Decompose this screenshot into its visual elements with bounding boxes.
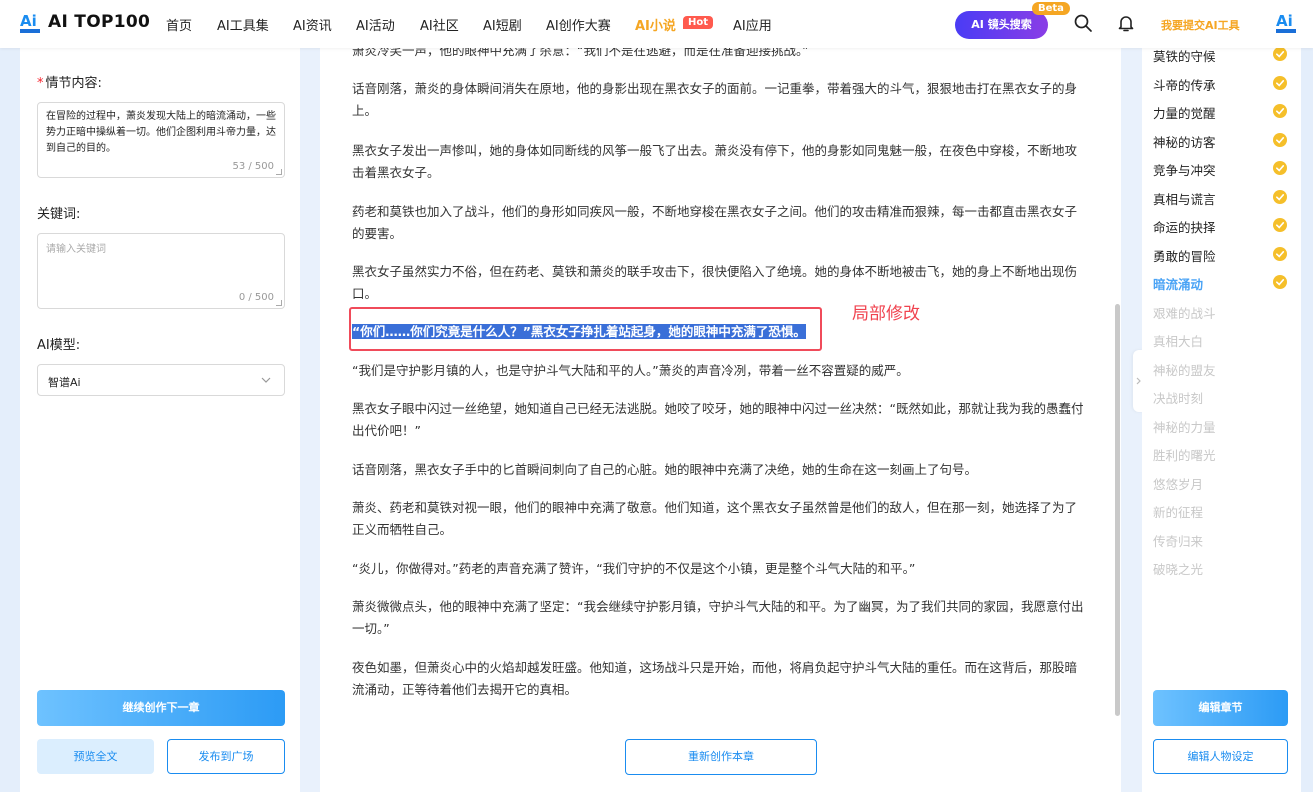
content-scrollbar[interactable]	[1115, 304, 1120, 716]
nav-ai-apps[interactable]: AI应用	[733, 15, 772, 34]
svg-text:Ai: Ai	[1276, 12, 1293, 30]
nav-ai-events[interactable]: AI活动	[356, 15, 395, 34]
check-circle-icon	[1273, 189, 1287, 204]
chevron-down-icon	[261, 377, 271, 383]
chapter-item[interactable]: 艰难的战斗	[1153, 303, 1216, 322]
left-edge	[0, 48, 20, 792]
plot-char-count: 53 / 500	[232, 161, 274, 172]
chapter-item[interactable]: 真相大白	[1153, 331, 1203, 350]
chapter-item[interactable]: 暗流涌动	[1153, 274, 1203, 293]
plot-textarea[interactable]: 在冒险的过程中，萧炎发现大陆上的暗流涌动，一些势力正暗中操纵着一切。他们企图利用…	[37, 102, 285, 178]
edit-selection-box	[349, 307, 822, 351]
keywords-textarea[interactable]: 请输入关键词 0 / 500	[37, 233, 285, 309]
story-paragraph[interactable]: 话音刚落，萧炎的身体瞬间消失在原地，他的身影出现在黑衣女子的面前。一记重拳，带着…	[352, 78, 1088, 122]
nav-ai-contest[interactable]: AI创作大赛	[546, 15, 611, 34]
plot-text: 在冒险的过程中，萧炎发现大陆上的暗流涌动，一些势力正暗中操纵着一切。他们企图利用…	[46, 111, 276, 154]
chapter-item[interactable]: 胜利的曙光	[1153, 445, 1216, 464]
rewrite-chapter-button[interactable]: 重新创作本章	[625, 739, 817, 775]
chapter-item[interactable]: 神秘的盟友	[1153, 360, 1216, 379]
nav-ai-novel[interactable]: AI小说	[635, 15, 676, 34]
nav-home[interactable]: 首页	[166, 15, 192, 34]
check-circle-icon	[1273, 275, 1287, 289]
submit-tool-link[interactable]: 我要提交AI工具	[1161, 17, 1240, 33]
chapter-item[interactable]: 破晓之光	[1153, 559, 1203, 578]
beta-badge: Beta	[1032, 2, 1070, 15]
model-label: AI模型:	[37, 338, 81, 353]
edit-characters-button[interactable]: 编辑人物设定	[1153, 739, 1288, 774]
chapter-item[interactable]: 新的征程	[1153, 502, 1203, 521]
chapter-item[interactable]: 真相与谎言	[1153, 189, 1216, 208]
chapter-item[interactable]: 莫铁的守候	[1153, 46, 1216, 65]
chapter-item[interactable]: 斗帝的传承	[1153, 75, 1216, 94]
story-paragraph[interactable]: 萧炎微微点头，他的眼神中充满了坚定：“我会继续守护影月镇，守护斗气大陆的和平。为…	[352, 596, 1088, 640]
chapter-item[interactable]: 力量的觉醒	[1153, 103, 1216, 122]
resize-handle[interactable]	[276, 169, 282, 175]
continue-next-chapter-button[interactable]: 继续创作下一章	[37, 690, 285, 726]
chapter-item[interactable]: 决战时刻	[1153, 388, 1203, 407]
bell-icon[interactable]	[1116, 13, 1136, 33]
chapter-item[interactable]: 命运的抉择	[1153, 217, 1216, 236]
nav-ai-community[interactable]: AI社区	[420, 15, 459, 34]
keywords-char-count: 0 / 500	[238, 292, 274, 303]
keywords-label: 关键词:	[37, 207, 81, 222]
check-circle-icon	[1273, 246, 1287, 261]
chapter-item[interactable]: 勇敢的冒险	[1153, 246, 1216, 265]
story-paragraph[interactable]: 黑衣女子眼中闪过一丝绝望，她知道自己已经无法逃脱。她咬了咬牙，她的眼神中闪过一丝…	[352, 398, 1088, 442]
hot-badge: Hot	[683, 16, 714, 29]
model-select[interactable]: 智谱Ai	[37, 364, 285, 396]
model-select-value: 智谱Ai	[48, 376, 81, 389]
preview-full-button[interactable]: 预览全文	[37, 739, 154, 774]
chapter-item[interactable]: 悠悠岁月	[1153, 474, 1203, 493]
edit-chapters-button[interactable]: 编辑章节	[1153, 690, 1288, 726]
check-circle-icon	[1273, 161, 1287, 175]
story-paragraph[interactable]: “我们是守护影月镇的人，也是守护斗气大陆和平的人。”萧炎的声音冷冽，带着一丝不容…	[352, 360, 1088, 382]
chapter-item[interactable]: 传奇归来	[1153, 531, 1203, 550]
nav-ai-tools[interactable]: AI工具集	[217, 15, 269, 34]
story-paragraph[interactable]: 萧炎、药老和莫铁对视一眼，他们的眼神中充满了敬意。他们知道，这个黑衣女子虽然曾是…	[352, 497, 1088, 541]
check-circle-icon	[1273, 104, 1287, 118]
story-paragraph[interactable]: 话音刚落，黑衣女子手中的匕首瞬间刺向了自己的心脏。她的眼神中充满了决绝，她的生命…	[352, 459, 1088, 481]
svg-text:Ai: Ai	[20, 12, 37, 30]
story-paragraph[interactable]: 夜色如墨，但萧炎心中的火焰却越发旺盛。他知道，这场战斗只是开始，而他，将肩负起守…	[352, 657, 1088, 701]
story-paragraph[interactable]: 黑衣女子虽然实力不俗，但在药老、莫铁和萧炎的联手攻击下，很快便陷入了绝境。她的身…	[352, 261, 1088, 305]
publish-to-square-button[interactable]: 发布到广场	[167, 739, 285, 774]
nav-ai-news[interactable]: AI资讯	[293, 15, 332, 34]
right-edge	[1301, 48, 1313, 792]
check-circle-icon	[1273, 75, 1287, 90]
check-circle-icon	[1273, 218, 1287, 232]
story-paragraph[interactable]: 药老和莫铁也加入了战斗，他们的身形如同疾风一般，不断地穿梭在黑衣女子之间。他们的…	[352, 201, 1088, 245]
chapter-item[interactable]: 竞争与冲突	[1153, 160, 1216, 179]
ai-search-button[interactable]: AI 镜头搜索	[955, 11, 1048, 39]
resize-handle[interactable]	[276, 300, 282, 306]
settings-panel: * 情节内容: 在冒险的过程中，萧炎发现大陆上的暗流涌动，一些势力正暗中操纵着一切…	[20, 48, 300, 792]
search-icon[interactable]	[1073, 13, 1093, 33]
plot-label: * 情节内容:	[37, 76, 102, 91]
logo-text[interactable]: AI TOP100	[48, 12, 150, 32]
chapter-list-panel: 莫铁的守候斗帝的传承力量的觉醒神秘的访客竞争与冲突真相与谎言命运的抉择勇敢的冒险…	[1142, 46, 1301, 792]
story-paragraph[interactable]: “炎儿，你做得对。”药老的声音充满了赞许，“我们守护的不仅是这个小镇，更是整个斗…	[352, 558, 1088, 580]
story-paragraph[interactable]: 萧炎冷笑一声，他的眼神中充满了杀意：“我们不是在逃避，而是在准备迎接挑战。”	[352, 48, 1088, 62]
check-circle-icon	[1273, 47, 1287, 61]
chapter-item[interactable]: 神秘的力量	[1153, 417, 1216, 436]
logo-icon[interactable]: Ai	[19, 9, 41, 35]
chapter-content: 萧炎冷笑一声，他的眼神中充满了杀意：“我们不是在逃避，而是在准备迎接挑战。” 话…	[320, 48, 1121, 792]
user-avatar[interactable]: Ai	[1275, 9, 1297, 35]
top-header: Ai AI TOP100 首页 AI工具集 AI资讯 AI活动 AI社区 AI短…	[0, 0, 1313, 48]
keywords-placeholder: 请输入关键词	[46, 244, 106, 255]
chapter-item[interactable]: 神秘的访客	[1153, 132, 1216, 151]
partial-edit-annotation: 局部修改	[852, 304, 920, 324]
story-paragraph[interactable]: 黑衣女子发出一声惨叫，她的身体如同断线的风筝一般飞了出去。萧炎没有停下，他的身影…	[352, 140, 1088, 184]
nav-ai-short-drama[interactable]: AI短剧	[483, 15, 522, 34]
check-circle-icon	[1273, 132, 1287, 147]
